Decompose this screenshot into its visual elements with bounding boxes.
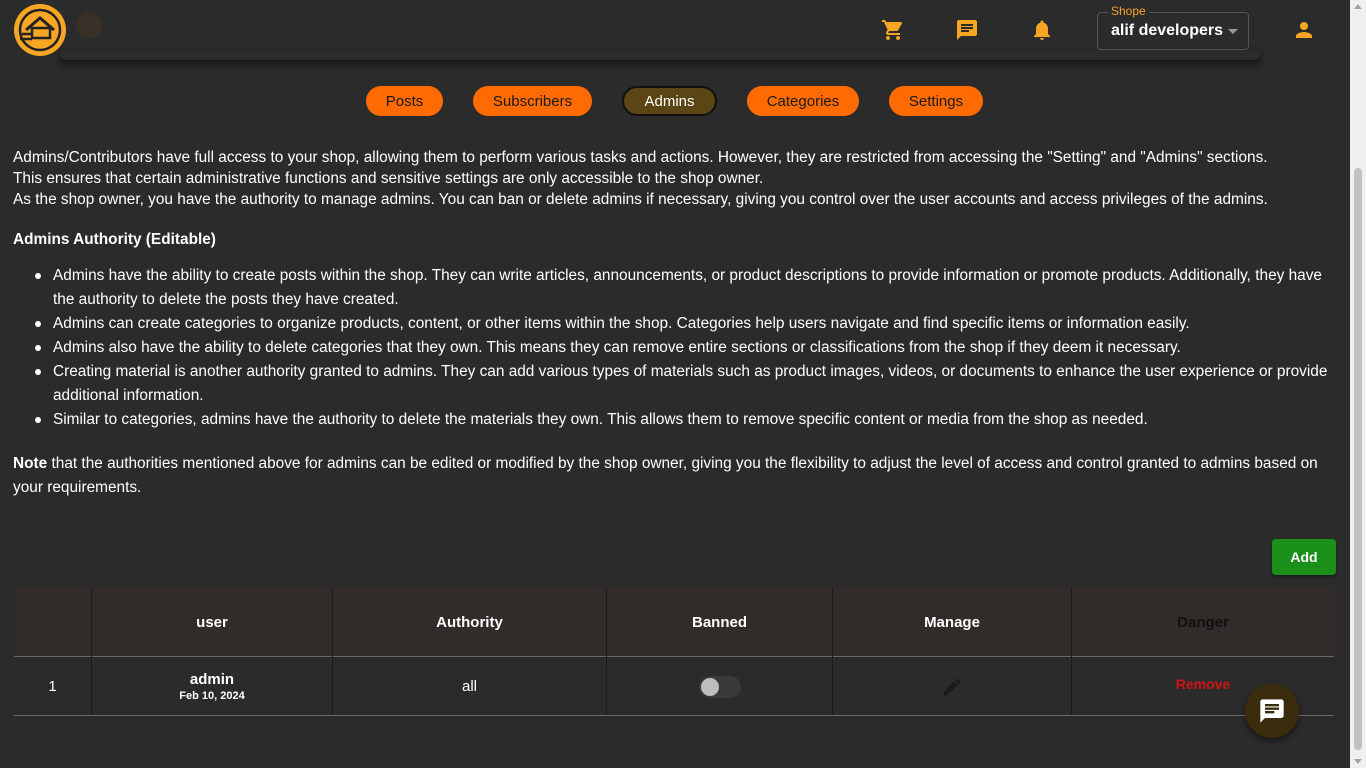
header-index	[14, 587, 91, 657]
row-authority: all	[461, 678, 477, 695]
note-label: Note	[13, 455, 48, 472]
page-scrollbar[interactable]	[1350, 0, 1366, 768]
cart-icon[interactable]	[881, 18, 905, 42]
table-header: user Authority Banned Manage Danger	[14, 587, 1334, 657]
edit-icon[interactable]	[941, 676, 963, 698]
row-user: admin Feb 10, 2024	[92, 657, 332, 716]
row-index: 1	[48, 678, 57, 695]
header-danger: Danger	[1177, 613, 1229, 631]
tab-posts[interactable]: Posts	[366, 86, 443, 116]
logo-shadow	[76, 12, 102, 38]
shop-select-value: alif developers	[1111, 22, 1224, 39]
scroll-thumb[interactable]	[1354, 168, 1362, 750]
tab-categories[interactable]: Categories	[747, 86, 859, 116]
authority-note: Note that the authorities mentioned abov…	[13, 452, 1333, 500]
logo-icon	[18, 8, 62, 52]
add-admin-button[interactable]: Add	[1272, 539, 1336, 575]
chat-icon	[1260, 699, 1284, 723]
user-date: Feb 10, 2024	[179, 690, 245, 702]
banned-toggle[interactable]	[698, 675, 741, 698]
tab-subscribers[interactable]: Subscribers	[473, 86, 592, 116]
row-manage	[833, 657, 1071, 716]
header-manage: Manage	[924, 613, 980, 631]
header-banned: Banned	[691, 613, 747, 631]
message-icon[interactable]	[955, 18, 979, 42]
chat-fab[interactable]	[1245, 684, 1299, 738]
scroll-down-arrow-icon[interactable]	[1354, 759, 1362, 764]
authority-item: Creating material is another authority g…	[35, 360, 1333, 408]
shop-select[interactable]: Shope alif developers	[1097, 4, 1249, 50]
user-name: admin	[189, 671, 235, 688]
header-shadow	[60, 50, 1260, 60]
bell-icon[interactable]	[1030, 18, 1054, 42]
tab-settings[interactable]: Settings	[889, 86, 983, 116]
note-text: that the authorities mentioned above for…	[13, 455, 1318, 496]
authority-item: Admins have the ability to create posts …	[35, 264, 1333, 312]
intro-line-3: As the shop owner, you have the authorit…	[13, 191, 1268, 208]
intro-line-1: Admins/Contributors have full access to …	[13, 149, 1268, 166]
admins-intro: Admins/Contributors have full access to …	[13, 147, 1333, 210]
app-header: Shope alif developers	[0, 0, 1350, 60]
tab-admins[interactable]: Admins	[622, 86, 717, 116]
toggle-knob	[700, 677, 719, 696]
account-icon[interactable]	[1292, 18, 1316, 42]
section-tabs: Posts Subscribers Admins Categories Sett…	[0, 86, 1350, 116]
authority-item: Admins can create categories to organize…	[35, 312, 1333, 336]
chevron-down-icon	[1228, 29, 1238, 34]
authority-list: Admins have the ability to create posts …	[35, 264, 1333, 432]
authority-item: Admins also have the ability to delete c…	[35, 336, 1333, 360]
header-user: user	[196, 613, 228, 631]
scroll-up-arrow-icon[interactable]	[1354, 4, 1362, 9]
authority-title: Admins Authority (Editable)	[13, 231, 216, 248]
header-authority: Authority	[436, 613, 503, 631]
row-banned	[607, 657, 832, 716]
authority-item: Similar to categories, admins have the a…	[35, 408, 1333, 432]
shop-logo[interactable]	[14, 4, 66, 56]
intro-line-2: This ensures that certain administrative…	[13, 170, 764, 187]
table-row: 1 admin Feb 10, 2024 all Remove	[14, 657, 1334, 716]
remove-admin-link[interactable]: Remove	[1176, 676, 1230, 692]
shop-select-label: Shope	[1108, 4, 1149, 18]
